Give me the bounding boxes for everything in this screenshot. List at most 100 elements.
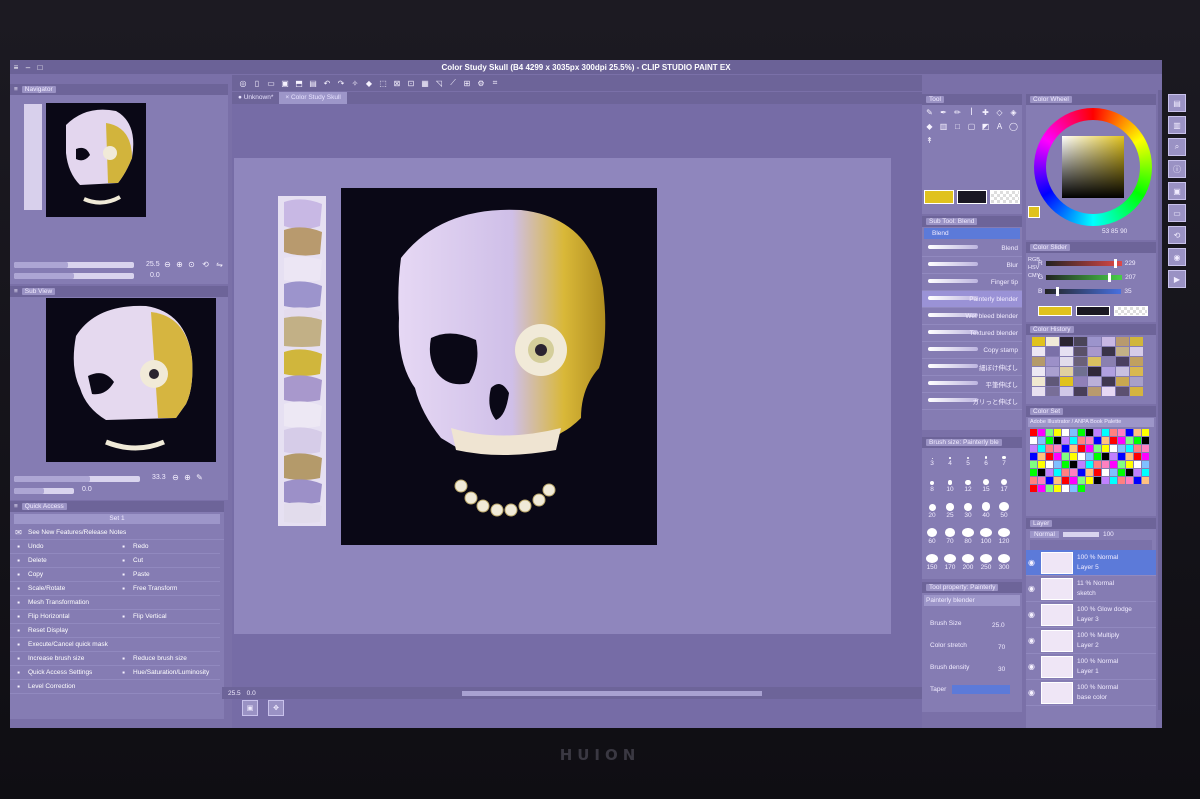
color-set-swatch[interactable] (1094, 445, 1101, 452)
blend-mode-select[interactable]: Normal (1030, 531, 1059, 538)
undo-icon[interactable]: ↶ (320, 77, 334, 89)
color-set-swatch[interactable] (1070, 429, 1077, 436)
new-file-icon[interactable]: ▯ (250, 77, 264, 89)
history-swatch[interactable] (1130, 337, 1143, 346)
color-set-swatch[interactable] (1118, 469, 1125, 476)
settings-icon[interactable]: ⚙ (474, 77, 488, 89)
grid-view-button[interactable]: ▣ (242, 700, 258, 716)
channel-slider[interactable] (1046, 272, 1123, 282)
color-set-swatch[interactable] (1046, 477, 1053, 484)
color-set-swatch[interactable] (1118, 461, 1125, 468)
history-icon[interactable]: ⟲ (1168, 226, 1186, 244)
color-set-swatch[interactable] (1110, 437, 1117, 444)
eye-icon[interactable]: ◉ (1026, 661, 1037, 672)
color-set-swatch[interactable] (1030, 469, 1037, 476)
color-set-swatch[interactable] (1102, 461, 1109, 468)
color-set-swatch[interactable] (1118, 429, 1125, 436)
color-set-swatch[interactable] (1046, 445, 1053, 452)
slider-knob[interactable] (1107, 272, 1111, 282)
camera-icon[interactable]: ◉ (1168, 248, 1186, 266)
color-set-swatch[interactable] (1110, 445, 1117, 452)
history-swatch[interactable] (1130, 387, 1143, 396)
navigator-thumbnail[interactable] (46, 103, 146, 217)
search-layer-icon[interactable]: ⌕ (1168, 138, 1186, 156)
color-set-swatch[interactable] (1118, 453, 1125, 460)
brush-size-cell[interactable]: 5 (959, 450, 977, 467)
color-set-swatch[interactable] (1102, 453, 1109, 460)
color-set-swatch[interactable] (1134, 445, 1141, 452)
color-set-swatch[interactable] (1086, 453, 1093, 460)
color-set-swatch[interactable] (1102, 445, 1109, 452)
channel-value[interactable]: 35 (1124, 288, 1131, 295)
brush-size-cell[interactable]: 3 (923, 450, 941, 467)
color-set-swatch[interactable] (1134, 477, 1141, 484)
brush-size-cell[interactable]: 250 (977, 554, 995, 571)
subtool-item[interactable]: Blur (922, 257, 1022, 274)
brush-icon[interactable]: ꟾ (966, 107, 977, 118)
history-swatch[interactable] (1060, 347, 1073, 356)
slider-main-color[interactable] (1038, 306, 1072, 316)
color-set-swatch[interactable] (1126, 461, 1133, 468)
history-swatch[interactable] (1088, 337, 1101, 346)
history-swatch[interactable] (1116, 377, 1129, 386)
main-color-swatch[interactable] (924, 190, 954, 204)
brush-size-cell[interactable]: 70 (941, 528, 959, 545)
color-set-swatch[interactable] (1078, 437, 1085, 444)
history-swatch[interactable] (1046, 387, 1059, 396)
color-set-swatch[interactable] (1070, 485, 1077, 492)
channel-value[interactable]: 207 (1125, 274, 1136, 281)
history-swatch[interactable] (1074, 357, 1087, 366)
quick-access-set-select[interactable]: Set 1 (14, 514, 220, 524)
folder-icon[interactable]: ▭ (1168, 204, 1186, 222)
info-icon[interactable]: ⓘ (1168, 160, 1186, 178)
brush-size-cell[interactable]: 170 (941, 554, 959, 571)
csp-logo-icon[interactable]: ◎ (236, 77, 250, 89)
brush-size-cell[interactable]: 8 (923, 476, 941, 493)
color-set-swatch[interactable] (1070, 477, 1077, 484)
navigator-angle-slider[interactable] (14, 273, 134, 279)
snap-ruler-icon[interactable]: ◹ (432, 77, 446, 89)
quick-access-item[interactable]: ▪ Scale/Rotate (10, 582, 115, 596)
color-set-swatch[interactable] (1086, 477, 1093, 484)
color-set-swatch[interactable] (1134, 437, 1141, 444)
pencil-icon[interactable]: ✏ (952, 107, 963, 118)
history-swatch[interactable] (1032, 387, 1045, 396)
color-stretch-value[interactable]: 70 (998, 644, 1005, 651)
history-swatch[interactable] (1102, 377, 1115, 386)
history-swatch[interactable] (1130, 367, 1143, 376)
quick-access-item[interactable]: ▪ Reset Display (10, 624, 115, 638)
color-set-swatch[interactable] (1094, 429, 1101, 436)
color-set-swatch[interactable] (1110, 477, 1117, 484)
subtool-item[interactable]: Textured blender (922, 325, 1022, 342)
color-set-swatch[interactable] (1046, 461, 1053, 468)
color-set-swatch[interactable] (1062, 485, 1069, 492)
history-swatch[interactable] (1046, 377, 1059, 386)
color-set-swatch[interactable] (1126, 453, 1133, 460)
deselect-icon[interactable]: ⬚ (376, 77, 390, 89)
history-swatch[interactable] (1116, 347, 1129, 356)
history-swatch[interactable] (1046, 367, 1059, 376)
tab-unknown[interactable]: ● Unknown* (232, 92, 279, 104)
layer-row[interactable]: ◉ 11 % Normal sketch (1026, 576, 1156, 602)
history-swatch[interactable] (1102, 367, 1115, 376)
brush-size-cell[interactable]: 15 (977, 476, 995, 493)
print-icon[interactable]: ▤ (306, 77, 320, 89)
color-set-swatch[interactable] (1118, 437, 1125, 444)
color-set-swatch[interactable] (1070, 437, 1077, 444)
saturation-value-square[interactable] (1062, 136, 1124, 198)
eraser-icon[interactable]: ◇ (994, 107, 1005, 118)
material-icon[interactable]: ▤ (1168, 94, 1186, 112)
color-set-swatch[interactable] (1134, 461, 1141, 468)
eye-icon[interactable]: ◉ (1026, 635, 1037, 646)
fit-icon[interactable]: ⊙ (186, 259, 197, 270)
channel-slider[interactable] (1045, 286, 1122, 296)
subview-image[interactable] (46, 298, 216, 462)
history-swatch[interactable] (1046, 347, 1059, 356)
history-swatch[interactable] (1116, 367, 1129, 376)
color-set-swatch[interactable] (1062, 461, 1069, 468)
color-set-swatch[interactable] (1078, 445, 1085, 452)
color-set-swatch[interactable] (1110, 453, 1117, 460)
color-set-swatch[interactable] (1046, 429, 1053, 436)
color-set-swatch[interactable] (1054, 453, 1061, 460)
quick-access-item[interactable]: ▪ Paste (115, 568, 220, 582)
